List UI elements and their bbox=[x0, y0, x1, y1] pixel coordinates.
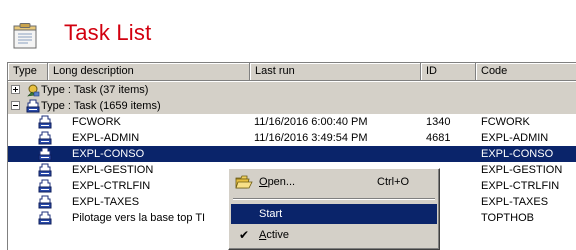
column-header-id[interactable]: ID bbox=[421, 63, 476, 80]
context-menu: Open... Ctrl+O Start ✔ Active bbox=[228, 168, 440, 250]
task-icon bbox=[38, 195, 52, 209]
cell-id: 4681 bbox=[426, 132, 451, 144]
cell-code: EXPL-ADMIN bbox=[481, 132, 549, 144]
cell-id bbox=[426, 146, 474, 162]
collapse-icon[interactable] bbox=[11, 101, 20, 110]
cell-code: EXPL-GESTION bbox=[481, 164, 563, 176]
table-row[interactable]: EXPL-CONSO EXPL-CONSO bbox=[8, 146, 576, 162]
cell-code: EXPL-TAXES bbox=[481, 196, 549, 208]
menu-open-shortcut: Ctrl+O bbox=[377, 176, 410, 188]
cell-description: EXPL-GESTION bbox=[72, 164, 154, 176]
menu-item-open[interactable]: Open... Ctrl+O bbox=[231, 172, 437, 192]
menu-item-start[interactable]: Start bbox=[231, 204, 437, 224]
cell-description: EXPL-CONSO bbox=[72, 148, 145, 160]
column-header-type[interactable]: Type bbox=[8, 63, 48, 80]
column-header-long-description[interactable]: Long description bbox=[48, 63, 250, 80]
page-title: Task List bbox=[64, 20, 152, 45]
cell-last-run bbox=[254, 146, 418, 162]
group-row[interactable]: Type : Task (1659 items) bbox=[8, 98, 576, 114]
cell-code: TOPTHOB bbox=[481, 212, 534, 224]
checkmark-icon: ✔ bbox=[239, 228, 250, 242]
menu-active-label: Active bbox=[259, 229, 289, 241]
cell-code: EXPL-CONSO bbox=[481, 148, 554, 160]
menu-item-active[interactable]: ✔ Active bbox=[231, 225, 437, 245]
expand-icon[interactable] bbox=[11, 85, 20, 94]
group-label: Type : Task (1659 items) bbox=[41, 100, 161, 112]
column-header-code[interactable]: Code bbox=[476, 63, 576, 80]
list-document-icon bbox=[13, 23, 37, 49]
task-group-icon bbox=[27, 84, 40, 97]
table-row[interactable]: EXPL-ADMIN 11/16/2016 3:49:54 PM 4681 EXPL-… bbox=[8, 130, 576, 146]
cell-id: 1340 bbox=[426, 116, 451, 128]
cell-description: Pilotage vers la base top TI bbox=[72, 212, 206, 224]
task-icon bbox=[38, 179, 52, 193]
task-icon bbox=[38, 131, 52, 145]
open-folder-icon bbox=[235, 175, 253, 189]
page-header: Task List bbox=[0, 0, 576, 60]
menu-separator bbox=[233, 198, 435, 200]
task-icon bbox=[38, 115, 52, 129]
task-icon bbox=[38, 147, 52, 161]
group-label: Type : Task (37 items) bbox=[41, 84, 149, 96]
cell-description: FCWORK bbox=[72, 116, 121, 128]
cell-description: EXPL-ADMIN bbox=[72, 132, 140, 144]
menu-open-label: Open... bbox=[259, 176, 296, 188]
column-header-last-run[interactable]: Last run bbox=[250, 63, 421, 80]
table-row[interactable]: FCWORK 11/16/2016 6:00:40 PM 1340 FCWORK bbox=[8, 114, 576, 130]
group-row[interactable]: Type : Task (37 items) bbox=[8, 82, 576, 98]
cell-code: EXPL-CTRLFIN bbox=[481, 180, 560, 192]
task-icon bbox=[38, 211, 52, 225]
column-header-bar: Type Long description Last run ID Code bbox=[8, 63, 576, 81]
task-icon bbox=[26, 99, 40, 113]
cell-description: EXPL-CTRLFIN bbox=[72, 180, 151, 192]
cell-last-run: 11/16/2016 3:49:54 PM bbox=[254, 132, 368, 144]
cell-description: EXPL-TAXES bbox=[72, 196, 140, 208]
cell-last-run: 11/16/2016 6:00:40 PM bbox=[254, 116, 368, 128]
task-icon bbox=[38, 163, 52, 177]
cell-code: FCWORK bbox=[481, 116, 530, 128]
menu-start-label: Start bbox=[259, 208, 283, 220]
